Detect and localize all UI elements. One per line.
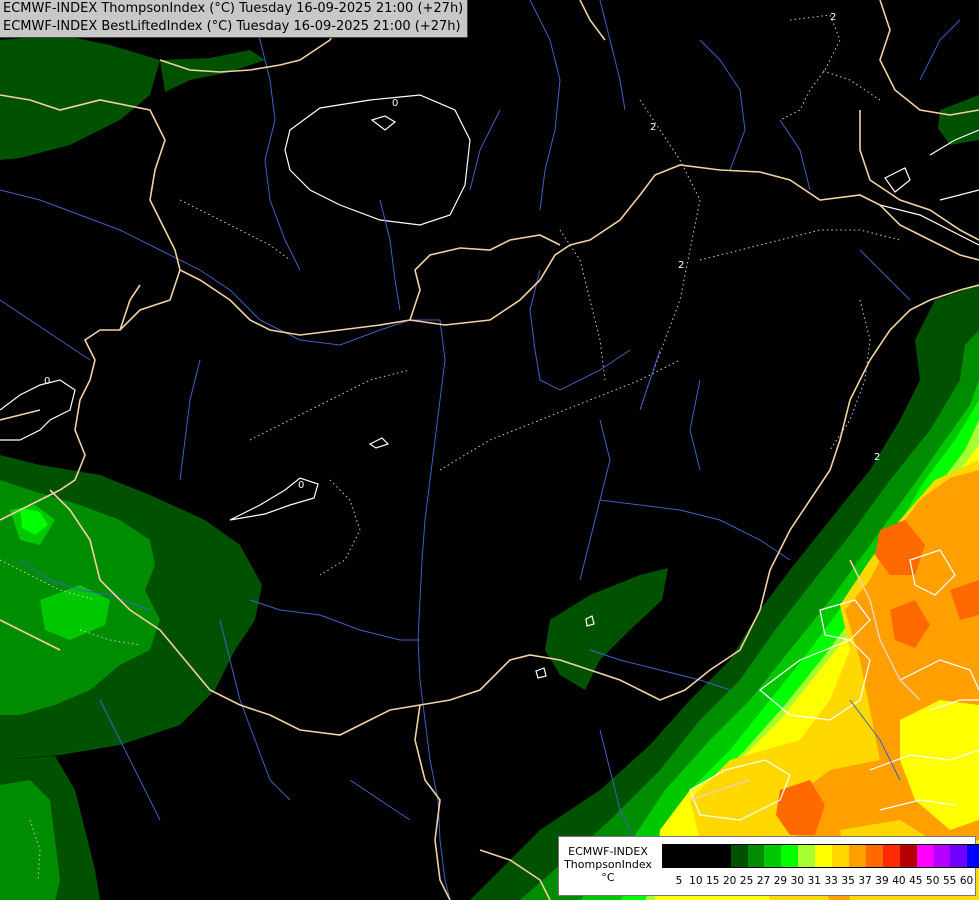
legend-swatch [696, 845, 714, 867]
legend-swatch [882, 845, 900, 867]
legend-swatch [848, 845, 866, 867]
header-line-thompson: ECMWF-INDEX ThompsonIndex (°C) Tuesday 1… [3, 1, 464, 16]
legend-model: ECMWF-INDEX [568, 845, 648, 858]
legend-unit: °C [601, 871, 615, 884]
contour-label: 0 [392, 98, 398, 109]
weather-map: 0 0 0 2 2 2 2 [0, 0, 979, 900]
legend-parameter: ThompsonIndex [564, 858, 652, 871]
legend-swatches [662, 844, 979, 868]
map-header: ECMWF-INDEX ThompsonIndex (°C) Tuesday 1… [0, 0, 469, 38]
contour-label: 2 [874, 452, 880, 463]
legend-swatch [899, 845, 917, 867]
legend-swatch [781, 845, 799, 867]
legend-swatch [798, 845, 816, 867]
legend-swatch [916, 845, 934, 867]
legend-title: ECMWF-INDEX ThompsonIndex °C [563, 845, 653, 884]
legend-swatch [815, 845, 833, 867]
contour-label: 2 [830, 12, 836, 23]
header-line-lifted: ECMWF-INDEX BestLiftedIndex (°C) Tuesday… [3, 19, 461, 34]
legend-swatch [730, 845, 748, 867]
contour-label: 2 [678, 260, 684, 271]
legend-swatch [764, 845, 782, 867]
legend-swatch [747, 845, 765, 867]
legend-swatch [663, 845, 680, 867]
legend-swatch [713, 845, 731, 867]
contour-label: 2 [650, 122, 656, 133]
contour-label: 0 [298, 480, 304, 491]
legend-swatch [865, 845, 883, 867]
legend-swatch [933, 845, 951, 867]
color-legend: ECMWF-INDEX ThompsonIndex °C 5 10 15 20 25 27… [558, 836, 979, 896]
contour-label: 0 [44, 376, 50, 387]
legend-swatch [950, 845, 968, 867]
legend-swatch [832, 845, 849, 867]
legend-swatch [679, 845, 697, 867]
legend-swatch [967, 845, 979, 867]
legend-tick-label: 60 [959, 875, 974, 887]
